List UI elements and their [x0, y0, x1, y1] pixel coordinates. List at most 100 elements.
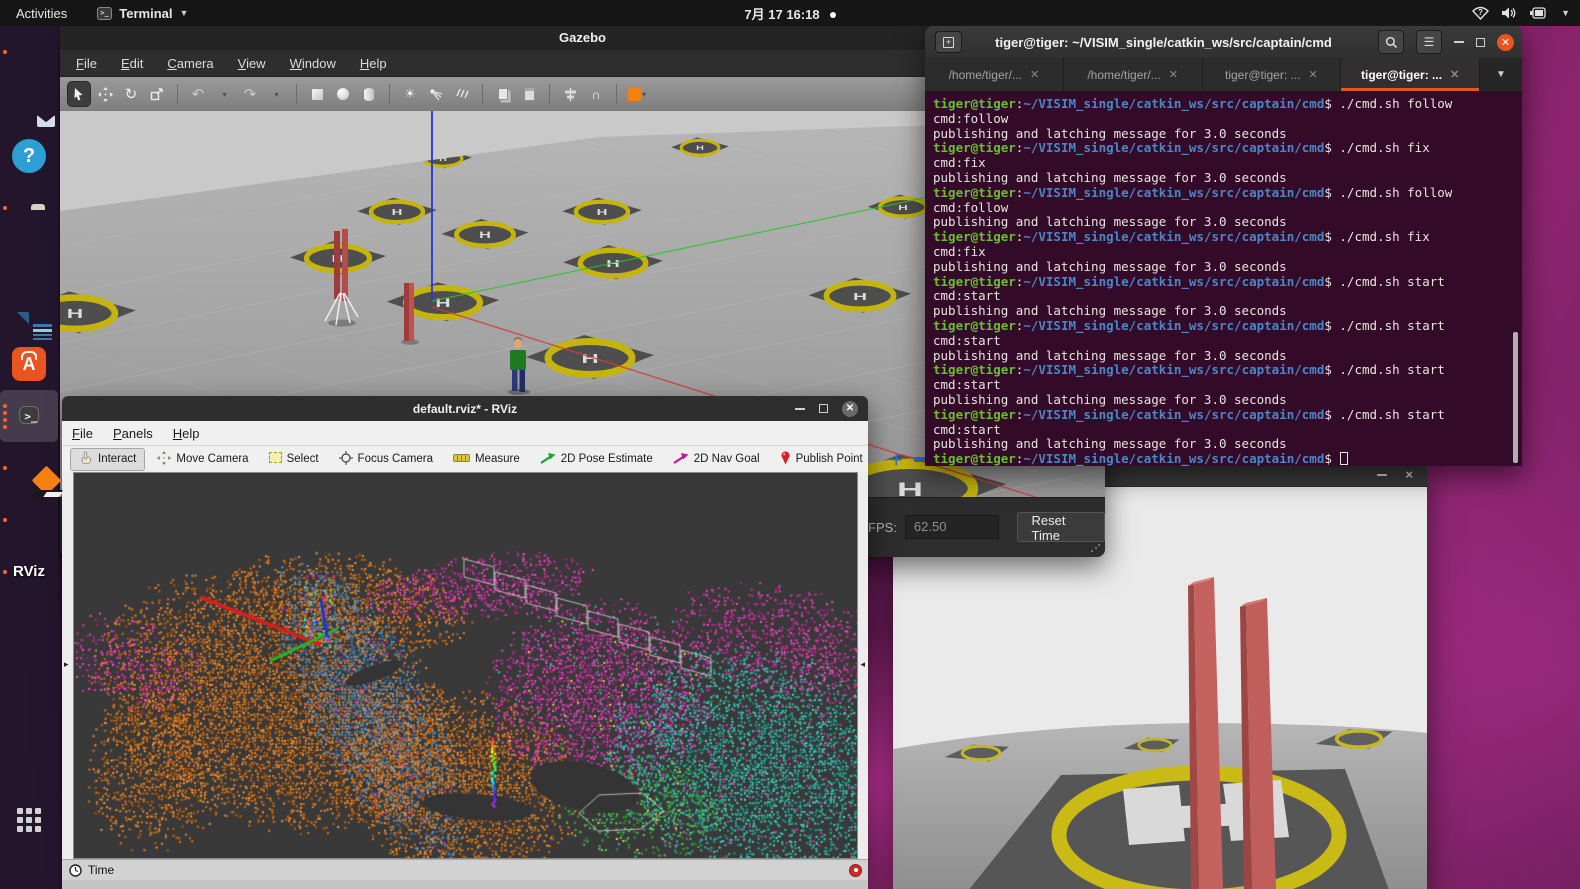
- maximize-icon[interactable]: [819, 404, 828, 413]
- pointer-icon[interactable]: [67, 81, 91, 107]
- terminal-tab[interactable]: /home/tiger/...✕: [1064, 58, 1203, 91]
- menu-button[interactable]: ☰: [1416, 30, 1442, 54]
- rviz-tool-2d-nav-goal[interactable]: 2D Nav Goal: [665, 450, 768, 469]
- translate-icon[interactable]: [93, 81, 117, 107]
- gazebo-menu-window[interactable]: Window: [290, 56, 336, 71]
- scale-icon[interactable]: [145, 81, 169, 107]
- caret-down-icon: ▼: [1561, 8, 1570, 18]
- gazebo-menu-edit[interactable]: Edit: [121, 56, 143, 71]
- terminal-line: publishing and latching message for 3.0 …: [933, 171, 1522, 186]
- paste-icon[interactable]: [517, 81, 541, 107]
- close-icon[interactable]: ✕: [1497, 34, 1514, 51]
- minimize-icon[interactable]: [795, 408, 805, 410]
- terminal-screen[interactable]: tiger@tiger:~/VISIM_single/catkin_ws/src…: [925, 92, 1522, 466]
- rviz-menu-help[interactable]: Help: [173, 426, 200, 441]
- minimize-icon[interactable]: [1454, 41, 1464, 43]
- dock-item-help[interactable]: ?: [0, 130, 58, 182]
- rviz-menu-file[interactable]: File: [72, 426, 93, 441]
- rviz-viewport[interactable]: [73, 472, 858, 859]
- network-question-icon: ?: [1472, 6, 1489, 20]
- redo-icon[interactable]: ↷: [238, 81, 262, 107]
- rviz-tool-2d-pose-estimate[interactable]: 2D Pose Estimate: [532, 450, 661, 469]
- rviz-titlebar[interactable]: default.rviz* - RViz ✕: [62, 396, 868, 421]
- dock-item-gazebo[interactable]: [0, 442, 58, 494]
- close-icon[interactable]: ×: [1405, 467, 1413, 482]
- svg-text:H: H: [479, 230, 491, 240]
- dock-item-rhythmbox[interactable]: [0, 234, 58, 286]
- dock-item-firefox[interactable]: [0, 26, 58, 78]
- undo-caret-icon[interactable]: ▾: [212, 81, 236, 107]
- tab-close-icon[interactable]: ✕: [1169, 68, 1178, 81]
- tab-close-icon[interactable]: ✕: [1309, 68, 1318, 81]
- svg-text:H: H: [67, 306, 83, 320]
- sphere-icon[interactable]: [331, 81, 355, 107]
- gazebo-menu-file[interactable]: File: [76, 56, 97, 71]
- align-icon[interactable]: [558, 81, 582, 107]
- terminal-tab[interactable]: /home/tiger/...✕: [925, 58, 1064, 91]
- record-button[interactable]: [849, 864, 862, 877]
- dock-item-software[interactable]: A: [0, 338, 58, 390]
- new-tab-button[interactable]: +: [935, 31, 962, 53]
- resize-grip[interactable]: [1090, 543, 1100, 553]
- rviz-window: default.rviz* - RViz ✕ File Panels Help In…: [62, 396, 868, 889]
- volume-icon: [1501, 6, 1517, 20]
- rviz-tool-measure[interactable]: Measure: [445, 451, 528, 467]
- rviz-tool-focus-camera[interactable]: Focus Camera: [331, 449, 441, 470]
- terminal-line: publishing and latching message for 3.0 …: [933, 215, 1522, 230]
- view-angle-icon[interactable]: ▾: [625, 81, 649, 107]
- close-icon[interactable]: ✕: [842, 401, 858, 417]
- time-panel-header[interactable]: Time: [62, 859, 868, 880]
- terminal-line: tiger@tiger:~/VISIM_single/catkin_ws/src…: [933, 319, 1522, 334]
- minimize-icon[interactable]: [1377, 474, 1387, 476]
- rviz-menubar: File Panels Help: [62, 421, 868, 446]
- dock-item-thunderbird[interactable]: [0, 78, 58, 130]
- running-indicator: [3, 570, 7, 574]
- terminal-tab[interactable]: tiger@tiger: ...✕: [1341, 58, 1480, 91]
- cylinder-icon[interactable]: [357, 81, 381, 107]
- tab-list-caret-icon[interactable]: ▼: [1480, 58, 1522, 91]
- maximize-icon[interactable]: [1476, 38, 1485, 47]
- snap-icon[interactable]: ∩: [584, 81, 608, 107]
- tab-close-icon[interactable]: ✕: [1450, 68, 1459, 81]
- dock-item-terminal[interactable]: >_: [0, 390, 58, 442]
- terminal-headerbar[interactable]: + tiger@tiger: ~/VISIM_single/catkin_ws/…: [925, 26, 1522, 58]
- redo-caret-icon[interactable]: ▾: [264, 81, 288, 107]
- box-icon[interactable]: [305, 81, 329, 107]
- clock-menu[interactable]: 7月 17 16:18: [0, 4, 1580, 23]
- scrollbar-thumb[interactable]: [1513, 332, 1518, 463]
- reset-time-button[interactable]: Reset Time: [1017, 512, 1105, 542]
- rviz-tool-interact[interactable]: Interact: [70, 448, 145, 471]
- rviz-tool-publish-point[interactable]: Publish Point: [772, 449, 871, 470]
- left-panel-expand-icon[interactable]: ▸: [64, 659, 69, 670]
- search-button[interactable]: [1378, 30, 1404, 54]
- tab-close-icon[interactable]: ✕: [1030, 68, 1039, 81]
- gazebo-menu-view[interactable]: View: [238, 56, 266, 71]
- system-status-area[interactable]: ? ▼: [1472, 0, 1570, 26]
- undo-icon[interactable]: ↶: [186, 81, 210, 107]
- rviz-menu-panels[interactable]: Panels: [113, 426, 153, 441]
- right-panel-expand-icon[interactable]: ◂: [860, 659, 865, 670]
- dock-item-app-dark[interactable]: [0, 494, 58, 546]
- terminal-tabbar: /home/tiger/...✕/home/tiger/...✕tiger@ti…: [925, 58, 1522, 92]
- gazebo-menu-help[interactable]: Help: [360, 56, 387, 71]
- dock-item-files[interactable]: [0, 182, 58, 234]
- remove-tool-icon[interactable]: [914, 457, 926, 462]
- rviz-tool-move-camera[interactable]: Move Camera: [149, 449, 256, 470]
- add-tool-icon[interactable]: ＋: [889, 449, 904, 470]
- copy-icon[interactable]: [491, 81, 515, 107]
- rviz-tool-select[interactable]: Select: [261, 450, 327, 468]
- notification-dot: [830, 12, 836, 18]
- move-camera-icon: [157, 451, 171, 468]
- toolbar-separator: [296, 84, 297, 104]
- directional-light-icon[interactable]: [450, 81, 474, 107]
- dock-item-libreoffice[interactable]: [0, 286, 58, 338]
- spot-light-icon[interactable]: [424, 81, 448, 107]
- terminal-tab[interactable]: tiger@tiger: ...✕: [1203, 58, 1342, 91]
- rotate-icon[interactable]: ↻: [119, 81, 143, 107]
- gazebo-menu-camera[interactable]: Camera: [167, 56, 213, 71]
- dock-item-rviz[interactable]: RViz: [0, 546, 58, 598]
- point-light-icon[interactable]: ☀: [398, 81, 422, 107]
- show-applications-button[interactable]: [0, 794, 58, 846]
- running-indicator: [3, 518, 7, 522]
- fps-label: FPS:: [868, 520, 897, 535]
